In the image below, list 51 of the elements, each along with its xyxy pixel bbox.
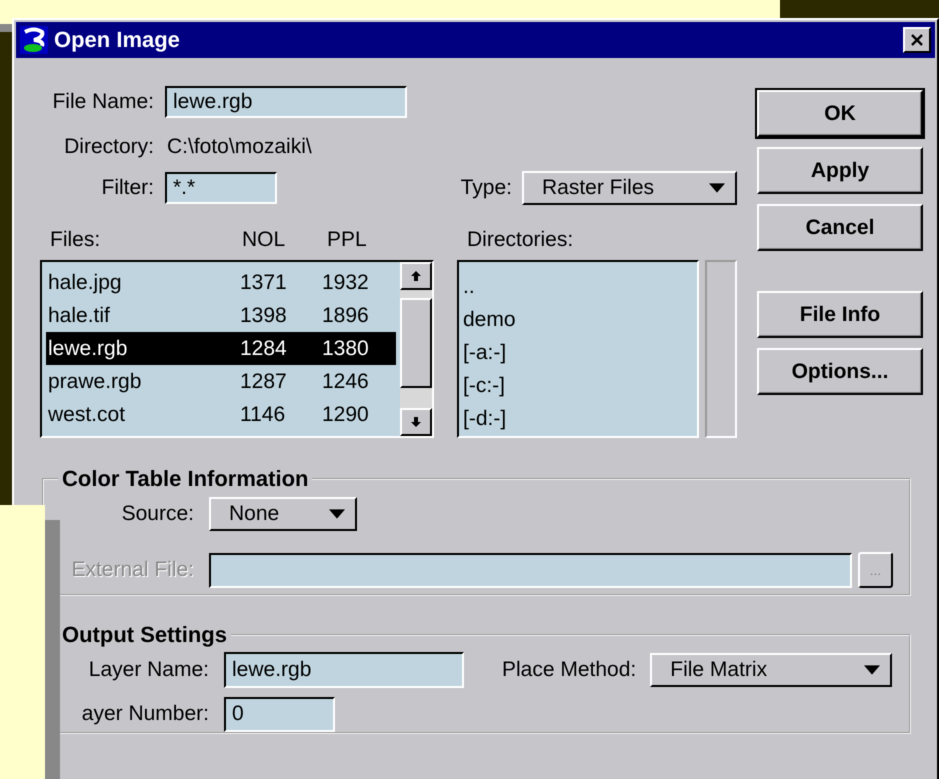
dialog-button[interactable]: OK	[757, 90, 923, 137]
down-arrow-icon	[410, 416, 422, 428]
column-header: NOL	[242, 228, 286, 252]
field-label: Filter:	[100, 176, 154, 200]
directory-item[interactable]: ..	[463, 270, 693, 303]
app-logo-icon	[20, 26, 48, 54]
field-label: Layer Name:	[88, 658, 209, 682]
dropdown-arrow-icon	[709, 183, 725, 193]
directory-item[interactable]: demo	[463, 303, 693, 336]
dialog-button[interactable]: File Info	[757, 291, 923, 338]
scroll-down-button[interactable]	[400, 408, 432, 436]
file-row[interactable]: hale.tif 1398 1896	[46, 299, 396, 332]
layer-name-field[interactable]: lewe.rgb	[224, 652, 464, 688]
directory-item[interactable]: [-c:-]	[463, 369, 693, 402]
source-dropdown[interactable]: None	[209, 497, 357, 531]
field-label: External File:	[70, 558, 194, 582]
field-label: ayer Number:	[80, 702, 209, 726]
scrollbar[interactable]	[400, 262, 432, 436]
directory-path: C:\foto\mozaiki\	[166, 135, 312, 159]
group-title: Output Settings	[61, 622, 228, 648]
column-header: PPL	[327, 228, 367, 252]
directory-item[interactable]: [-d:-]	[463, 402, 693, 435]
close-icon	[910, 33, 924, 47]
scroll-up-button[interactable]	[400, 262, 432, 290]
filter-field[interactable]: *.*	[165, 172, 277, 204]
dropdown-arrow-icon	[864, 665, 880, 675]
place-method-dropdown[interactable]: File Matrix	[650, 653, 892, 687]
field-label: Directory:	[63, 135, 154, 159]
field-label: File Name:	[51, 90, 154, 114]
field-label: Source:	[120, 502, 194, 526]
directory-item[interactable]: [-a:-]	[463, 336, 693, 369]
layer-number-field[interactable]: 0	[224, 696, 335, 732]
type-dropdown[interactable]: Raster Files	[522, 171, 737, 205]
column-header: Files:	[50, 228, 100, 252]
file-row[interactable]: prawe.rgb 1287 1246	[46, 365, 396, 398]
field-label: Place Method:	[502, 658, 636, 682]
file-row[interactable]: hale.jpg 1371 1932	[46, 266, 396, 299]
field-label: Type:	[460, 176, 512, 200]
scroll-thumb[interactable]	[400, 298, 432, 388]
list-label: Directories:	[467, 228, 574, 252]
dialog-button[interactable]: Cancel	[757, 204, 923, 251]
dialog-button[interactable]: Apply	[757, 147, 923, 194]
dialog-button[interactable]: Options...	[757, 348, 923, 395]
file-row[interactable]: west.cot 1146 1290	[46, 398, 396, 431]
window-title: Open Image	[54, 27, 181, 53]
group-title: Color Table Information	[61, 466, 310, 492]
file-row[interactable]: lewe.rgb 1284 1380	[46, 332, 396, 365]
file-name-field[interactable]: lewe.rgb	[165, 86, 407, 118]
dropdown-arrow-icon	[329, 509, 345, 519]
up-arrow-icon	[410, 270, 422, 282]
close-button[interactable]	[903, 27, 931, 53]
